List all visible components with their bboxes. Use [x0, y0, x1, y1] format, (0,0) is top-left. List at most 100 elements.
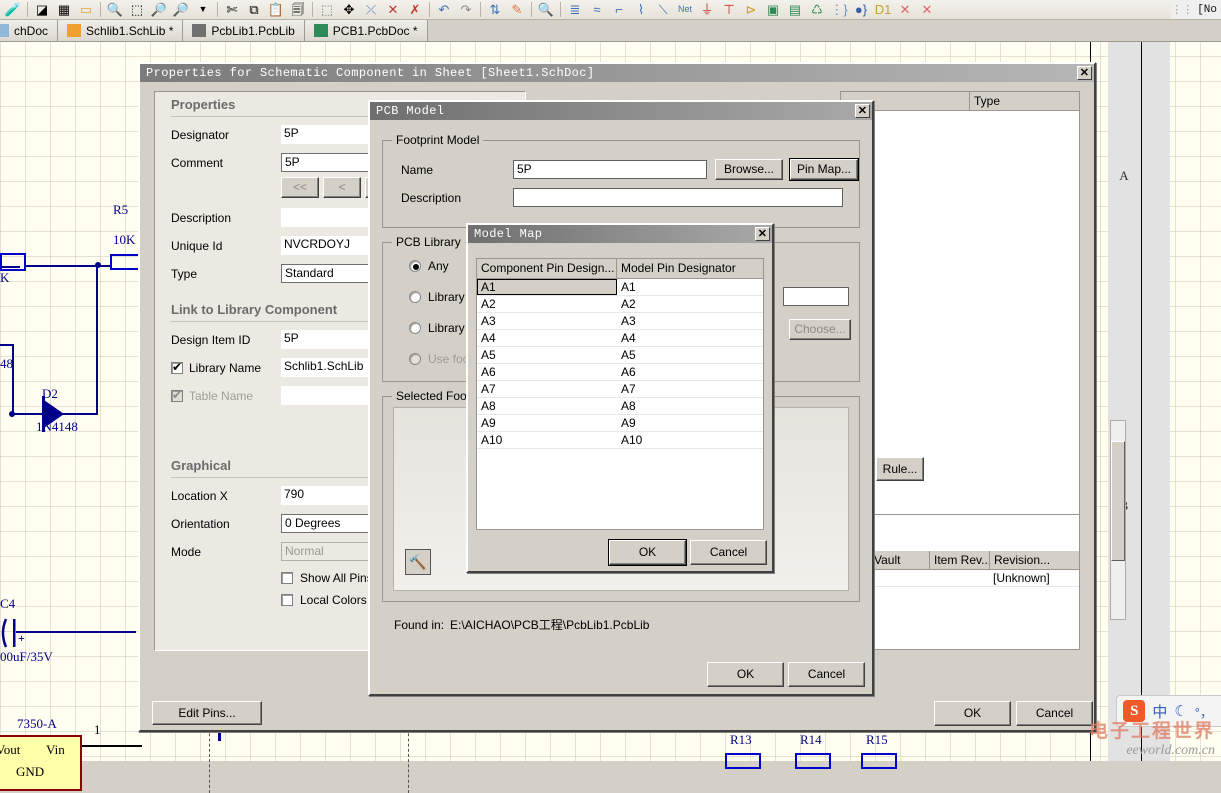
wire-icon[interactable]: ≈	[586, 1, 608, 19]
cut-icon[interactable]: ✄	[221, 1, 243, 19]
rule-button[interactable]: Rule...	[876, 457, 924, 481]
radio-library-name-row[interactable]: Library n	[409, 290, 475, 304]
tab-schdoc[interactable]: chDoc	[0, 20, 59, 41]
folder-icon[interactable]: ▭	[75, 1, 97, 19]
cell-model-pin[interactable]: A4	[617, 330, 763, 346]
close-icon[interactable]: ✕	[755, 227, 770, 241]
library-path-input[interactable]	[783, 287, 849, 306]
table-row[interactable]: A5 A5	[477, 347, 763, 364]
table-row[interactable]: A9 A9	[477, 415, 763, 432]
no-erc-2-icon[interactable]: ✕	[916, 1, 938, 19]
harness-entry-icon[interactable]: ●}	[850, 1, 872, 19]
edit-pins-button[interactable]: Edit Pins...	[152, 701, 262, 725]
pin-map-button[interactable]: Pin Map...	[789, 158, 859, 181]
models-column-type[interactable]: Type	[969, 92, 1079, 110]
table-row[interactable]: A1 A1	[477, 279, 763, 296]
properties-dialog-titlebar[interactable]: Properties for Schematic Component in Sh…	[140, 64, 1094, 82]
zoom-area-icon[interactable]: ⬚	[126, 1, 148, 19]
cell-model-pin[interactable]: A1	[617, 279, 763, 295]
table-row[interactable]: A2 A2	[477, 296, 763, 313]
pcb-model-titlebar[interactable]: PCB Model ✕	[370, 102, 872, 120]
smart-paste-icon[interactable]: ⤫	[360, 1, 382, 19]
cell-component-pin[interactable]: A10	[477, 432, 617, 448]
model-map-cancel-button[interactable]: Cancel	[690, 540, 767, 565]
model-map-ok-button[interactable]: OK	[608, 539, 687, 566]
cell-component-pin[interactable]: A3	[477, 313, 617, 329]
line-icon[interactable]: ⟍	[652, 1, 674, 19]
radio-library-path-row[interactable]: Library p	[409, 321, 475, 335]
document-tab-strip[interactable]: chDoc Schlib1.SchLib * PcbLib1.PcbLib PC…	[0, 20, 1221, 42]
harness-icon[interactable]: ⋮}	[828, 1, 850, 19]
scrollbar-thumb[interactable]	[1111, 441, 1125, 561]
radio-any[interactable]	[409, 260, 421, 272]
wand-icon[interactable]: ✎	[506, 1, 528, 19]
zoom-filter-icon[interactable]: 🔎	[170, 1, 192, 19]
nav-prev-button[interactable]: <	[323, 177, 361, 198]
netlabel-icon[interactable]: Net	[674, 1, 696, 19]
sheet-symbol-icon[interactable]: ▣	[762, 1, 784, 19]
vcc-icon[interactable]: ⊤	[718, 1, 740, 19]
board-icon[interactable]: ▦	[53, 1, 75, 19]
redo-icon[interactable]: ↷	[455, 1, 477, 19]
cell-component-pin[interactable]: A2	[477, 296, 617, 312]
hammer-wrench-icon[interactable]: 🔨	[405, 549, 431, 575]
updown-icon[interactable]: ⇅	[484, 1, 506, 19]
cell-model-pin[interactable]: A10	[617, 432, 763, 448]
choose-button[interactable]: Choose...	[789, 319, 851, 340]
cell-component-pin[interactable]: A1	[477, 279, 617, 295]
gnd-icon[interactable]: ⏚	[696, 1, 718, 19]
radio-any-row[interactable]: Any	[409, 259, 449, 273]
footprint-name-input[interactable]: 5P	[513, 160, 707, 179]
cell-model-pin[interactable]: A9	[617, 415, 763, 431]
cell-component-pin[interactable]: A5	[477, 347, 617, 363]
pcb-model-ok-button[interactable]: OK	[707, 662, 784, 687]
table-row[interactable]: A4 A4	[477, 330, 763, 347]
designator-icon[interactable]: D1	[872, 1, 894, 19]
undo-icon[interactable]: ↶	[433, 1, 455, 19]
properties-ok-button[interactable]: OK	[934, 701, 1011, 726]
tab-schlib[interactable]: Schlib1.SchLib *	[58, 20, 184, 41]
vault-row[interactable]: [Unknown]	[841, 570, 1079, 587]
sheet-entry-icon[interactable]: ▤	[784, 1, 806, 19]
copy-stack-icon[interactable]: 🗐	[287, 1, 309, 19]
vault-column-revision[interactable]: Revision...	[989, 551, 1079, 569]
nav-first-button[interactable]: <<	[281, 177, 319, 198]
table-row[interactable]: A3 A3	[477, 313, 763, 330]
model-map-dialog[interactable]: Model Map ✕ Component Pin Design... Mode…	[466, 223, 774, 573]
pcb-model-cancel-button[interactable]: Cancel	[788, 662, 865, 687]
zoom-in-icon[interactable]: 🔍	[104, 1, 126, 19]
show-all-pins-checkbox[interactable]	[281, 572, 293, 584]
clear-icon[interactable]: ✕	[382, 1, 404, 19]
cell-model-pin[interactable]: A7	[617, 381, 763, 397]
chevron-down-icon[interactable]: ▼	[192, 1, 214, 19]
table-row[interactable]: A6 A6	[477, 364, 763, 381]
vault-column-item-rev[interactable]: Item Rev...	[929, 551, 989, 569]
dropper-icon[interactable]: 🧪	[2, 1, 24, 19]
column-model-pin[interactable]: Model Pin Designator	[617, 259, 763, 278]
select-rect-icon[interactable]: ⬚	[316, 1, 338, 19]
model-map-grid[interactable]: Component Pin Design... Model Pin Design…	[476, 258, 764, 530]
port-icon[interactable]: ⊳	[740, 1, 762, 19]
tab-pcblib[interactable]: PcbLib1.PcbLib	[183, 20, 305, 41]
cell-model-pin[interactable]: A3	[617, 313, 763, 329]
bus-entry-icon[interactable]: ⌇	[630, 1, 652, 19]
browse-button[interactable]: Browse...	[715, 159, 783, 180]
close-icon[interactable]: ✕	[855, 104, 870, 118]
tab-pcbdoc[interactable]: PCB1.PcbDoc *	[304, 20, 428, 41]
properties-cancel-button[interactable]: Cancel	[1016, 701, 1093, 726]
radio-library-name[interactable]	[409, 291, 421, 303]
footprint-description-input[interactable]	[513, 188, 843, 207]
model-map-titlebar[interactable]: Model Map ✕	[468, 225, 772, 243]
table-row[interactable]: A10 A10	[477, 432, 763, 449]
cell-component-pin[interactable]: A8	[477, 398, 617, 414]
zoom-select-icon[interactable]: 🔎	[148, 1, 170, 19]
cell-component-pin[interactable]: A9	[477, 415, 617, 431]
table-row[interactable]: A8 A8	[477, 398, 763, 415]
device-sheet-icon[interactable]: ♺	[806, 1, 828, 19]
vault-column-vault[interactable]: Vault	[869, 551, 929, 569]
layers-icon[interactable]: ◪	[31, 1, 53, 19]
library-name-checkbox-row[interactable]: Library Name	[171, 360, 281, 375]
paste-icon[interactable]: 📋	[265, 1, 287, 19]
cell-component-pin[interactable]: A4	[477, 330, 617, 346]
cell-model-pin[interactable]: A5	[617, 347, 763, 363]
